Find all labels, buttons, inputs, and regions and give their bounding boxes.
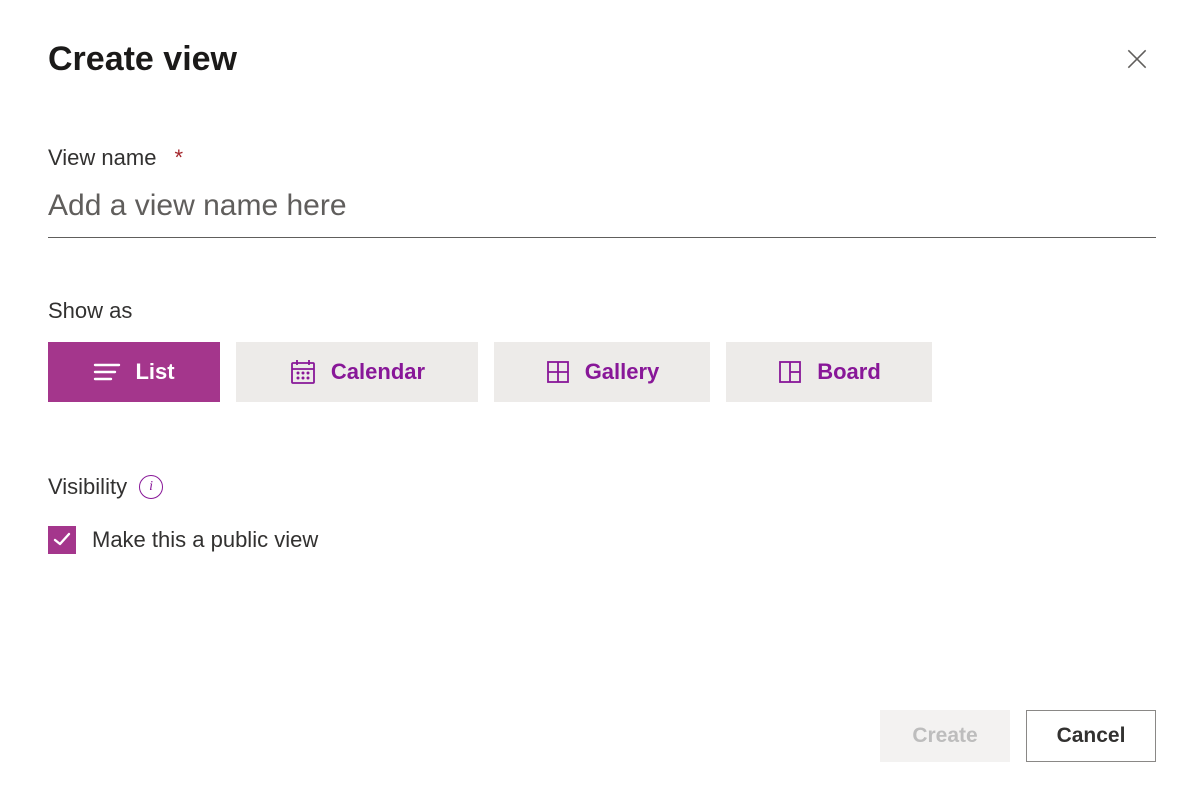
show-as-board[interactable]: Board	[726, 342, 932, 402]
required-indicator: *	[174, 145, 183, 171]
show-as-label: Show as	[48, 298, 132, 324]
view-name-label-text: View name	[48, 145, 156, 171]
view-name-label: View name *	[48, 145, 183, 171]
cancel-button[interactable]: Cancel	[1026, 710, 1156, 762]
info-icon[interactable]: i	[139, 475, 163, 499]
show-as-gallery-label: Gallery	[585, 359, 660, 385]
show-as-calendar[interactable]: Calendar	[236, 342, 478, 402]
calendar-icon	[289, 358, 317, 386]
close-button[interactable]	[1118, 40, 1156, 81]
board-icon	[777, 359, 803, 385]
public-view-checkbox[interactable]	[48, 526, 76, 554]
gallery-icon	[545, 359, 571, 385]
show-as-options: List Calendar	[48, 342, 1156, 402]
visibility-section: Visibility i Make this a public view	[48, 474, 1156, 554]
show-as-gallery[interactable]: Gallery	[494, 342, 710, 402]
create-button[interactable]: Create	[880, 710, 1010, 762]
list-icon	[93, 361, 121, 383]
visibility-label-row: Visibility i	[48, 474, 163, 500]
show-as-list-label: List	[135, 359, 174, 385]
dialog-footer: Create Cancel	[880, 710, 1156, 762]
view-name-input[interactable]	[48, 171, 1156, 238]
show-as-section: Show as List	[48, 298, 1156, 402]
show-as-calendar-label: Calendar	[331, 359, 425, 385]
checkmark-icon	[52, 529, 72, 552]
dialog-title: Create view	[48, 40, 237, 79]
show-as-list[interactable]: List	[48, 342, 220, 402]
public-view-label: Make this a public view	[92, 527, 318, 553]
close-icon	[1124, 60, 1150, 75]
view-name-section: View name *	[48, 145, 1156, 238]
visibility-label: Visibility	[48, 474, 127, 500]
show-as-board-label: Board	[817, 359, 881, 385]
